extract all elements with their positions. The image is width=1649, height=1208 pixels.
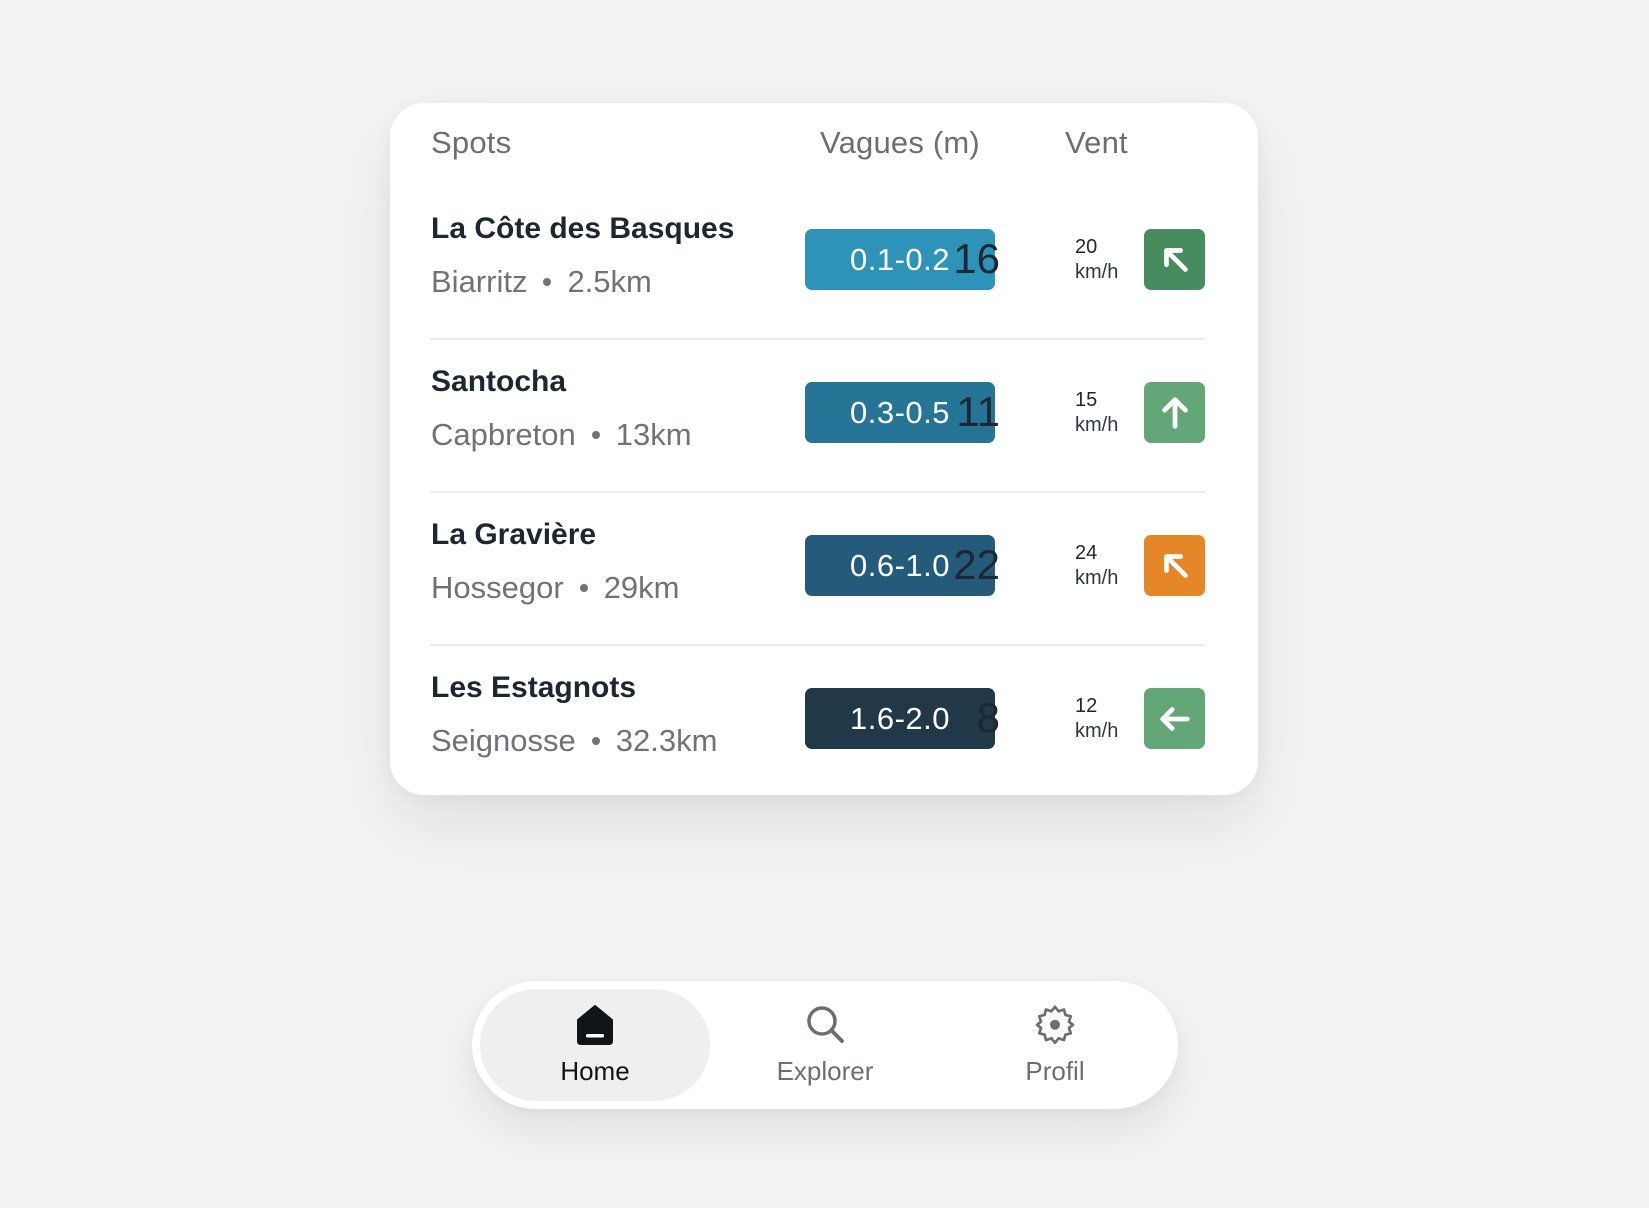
nav-home[interactable]: Home — [480, 989, 710, 1101]
spot-distance: 32.3km — [615, 723, 718, 758]
wind-gust: 20 — [1075, 236, 1098, 258]
spots-card: Spots Vagues (m) Vent La Côte des Basque… — [390, 103, 1258, 795]
wind-gust: 12 — [1075, 695, 1098, 717]
arrow-up-icon — [1161, 396, 1188, 429]
spot-location: Hossegor 29km — [431, 570, 680, 606]
spot-row[interactable]: Les Estagnots Seignosse 32.3km 1.6-2.0 8 … — [390, 646, 1258, 799]
wind-direction-badge — [1144, 688, 1205, 749]
spot-distance: 13km — [615, 417, 692, 452]
wind-speed: 11 — [956, 388, 1000, 435]
spot-distance: 29km — [603, 570, 680, 605]
nav-explorer[interactable]: Explorer — [710, 989, 940, 1101]
nav-home-label: Home — [560, 1056, 630, 1086]
spot-location: Capbreton 13km — [431, 417, 692, 453]
arrow-up-left-icon — [1163, 553, 1188, 578]
spot-city: Capbreton — [431, 417, 576, 452]
spot-city: Biarritz — [431, 264, 528, 299]
header-spots: Spots — [431, 125, 512, 160]
nav-profil-label: Profil — [1025, 1056, 1085, 1086]
home-icon — [577, 1005, 613, 1045]
wind-gust: 15 — [1075, 389, 1098, 411]
spot-row[interactable]: La Gravière Hossegor 29km 0.6-1.0 22 24 k… — [390, 493, 1258, 646]
spot-distance: 2.5km — [567, 264, 652, 299]
wind-speed: 22 — [953, 541, 1000, 588]
wind-gust: 24 — [1075, 542, 1098, 564]
spot-location: Seignosse 32.3km — [431, 723, 717, 759]
wind-direction-badge — [1144, 535, 1205, 596]
spot-name: La Côte des Basques — [431, 212, 735, 245]
nav-explorer-label: Explorer — [776, 1056, 874, 1086]
nav-profil[interactable]: Profil — [940, 989, 1170, 1101]
wind-unit: km/h — [1075, 414, 1119, 436]
spot-name: La Gravière — [431, 518, 597, 551]
spot-row[interactable]: Santocha Capbreton 13km 0.3-0.5 11 15 km/… — [390, 340, 1258, 493]
separator-dot — [591, 736, 600, 745]
wave-height-badge: 1.6-2.0 — [805, 688, 995, 749]
separator-dot — [579, 583, 588, 592]
arrow-left-icon — [1159, 706, 1190, 731]
wind-direction-badge — [1144, 382, 1205, 443]
spot-name: Santocha — [431, 365, 567, 398]
wind-unit: km/h — [1075, 567, 1119, 589]
search-icon — [807, 1006, 844, 1043]
bottom-nav: Home Explorer Profil — [472, 981, 1178, 1109]
spot-row[interactable]: La Côte des Basques Biarritz 2.5km 0.1-0.… — [390, 187, 1258, 340]
header-wind: Vent — [1065, 125, 1128, 160]
separator-dot — [591, 430, 600, 439]
separator-dot — [543, 277, 552, 286]
spot-city: Hossegor — [431, 570, 564, 605]
header-waves: Vagues (m) — [820, 125, 980, 160]
arrow-up-left-icon — [1163, 247, 1188, 272]
wind-speed: 8 — [976, 694, 1000, 741]
spot-city: Seignosse — [431, 723, 576, 758]
spot-name: Les Estagnots — [431, 671, 637, 704]
wind-unit: km/h — [1075, 720, 1119, 742]
wind-direction-badge — [1144, 229, 1205, 290]
gear-icon — [1035, 1005, 1075, 1045]
wind-speed: 16 — [953, 235, 1000, 282]
spot-location: Biarritz 2.5km — [431, 264, 652, 300]
wind-unit: km/h — [1075, 261, 1119, 283]
